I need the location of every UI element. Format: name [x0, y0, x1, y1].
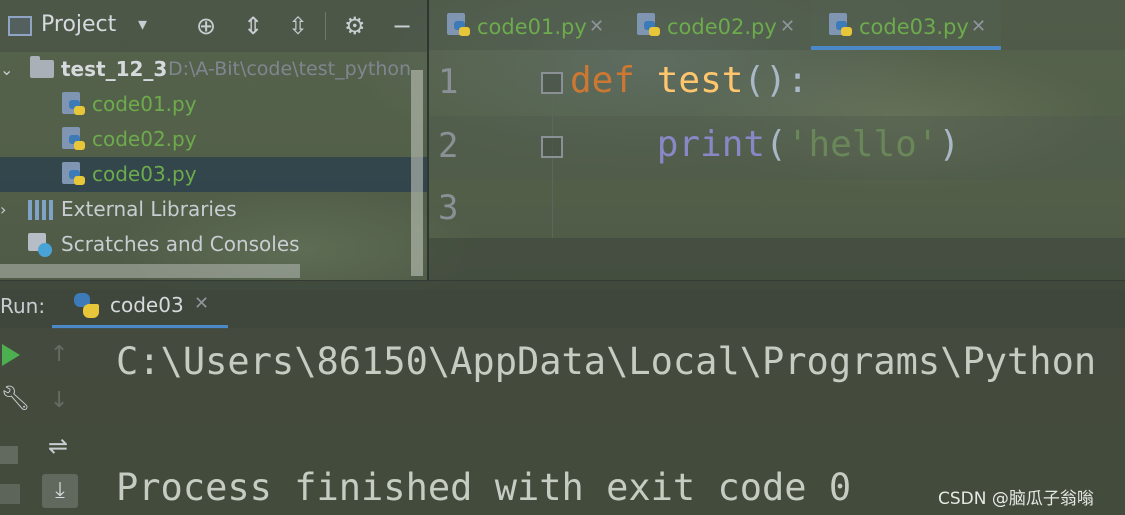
python-file-icon [829, 13, 853, 39]
toolbar-divider [325, 12, 326, 40]
tab-label: code01.py [477, 15, 587, 39]
horizontal-scrollbar[interactable] [0, 264, 300, 278]
chevron-down-icon[interactable]: ▾ [138, 14, 147, 35]
code-keyword: def [570, 60, 636, 101]
code-builtin: print [656, 124, 766, 165]
play-icon[interactable] [2, 344, 20, 366]
tab-label: code03.py [859, 15, 969, 39]
python-file-icon [447, 13, 471, 39]
project-window-icon [8, 16, 32, 36]
tree-item-code03[interactable]: code03.py [0, 157, 427, 192]
line-number: 2 [438, 126, 459, 166]
file-name: code03.py [92, 162, 197, 186]
gear-icon[interactable]: ⚙ [344, 12, 366, 40]
python-file-icon [62, 127, 86, 153]
code-punctuation: ) [938, 124, 961, 165]
tree-item-project-root[interactable]: ⌄ test_12_3 D:\A-Bit\code\test_python [0, 52, 427, 87]
soft-wrap-icon[interactable]: ⇌ [48, 432, 68, 460]
arrow-down-icon[interactable]: ↓ [50, 388, 68, 413]
code-editor[interactable]: 1 2 3 def test(): print('hello') [429, 50, 1125, 238]
python-file-icon [637, 13, 661, 39]
code-punctuation: (): [743, 60, 809, 101]
tree-label: Scratches and Consoles [61, 232, 300, 256]
line-number: 3 [438, 188, 459, 228]
chevron-down-icon[interactable]: ⌄ [0, 52, 13, 87]
tree-label: External Libraries [61, 197, 237, 221]
project-tree: ⌄ test_12_3 D:\A-Bit\code\test_python co… [0, 52, 427, 262]
run-toolbar-right: ↑ ↓ ⇌ ⤓ [36, 328, 86, 515]
python-icon [74, 293, 100, 319]
locate-target-icon[interactable]: ⊕ [196, 12, 216, 40]
wrench-icon[interactable]: 🔧︎ [0, 384, 30, 412]
collapse-all-icon[interactable]: ⇳ [288, 12, 308, 40]
scratches-icon [28, 233, 54, 257]
file-name: code02.py [92, 127, 197, 151]
hide-panel-icon[interactable]: − [392, 12, 412, 40]
fold-icon[interactable] [541, 72, 563, 94]
line-number: 1 [438, 62, 459, 102]
fold-icon[interactable] [541, 136, 563, 158]
code-line-2: print('hello') [570, 124, 960, 165]
chevron-right-icon[interactable]: › [0, 192, 6, 227]
tab-label: code02.py [667, 15, 777, 39]
folder-icon [30, 56, 54, 78]
tree-item-code02[interactable]: code02.py [0, 122, 427, 157]
tab-code02[interactable]: code02.py ✕ [619, 0, 807, 50]
tab-code03[interactable]: code03.py ✕ [811, 0, 1001, 50]
project-root-name: test_12_3 [61, 57, 168, 81]
expand-all-icon[interactable]: ⇕ [243, 12, 263, 40]
library-icon [28, 200, 54, 220]
run-panel-label: Run: [0, 294, 46, 318]
tree-item-external-libraries[interactable]: › External Libraries [0, 192, 427, 227]
run-tab-code03[interactable]: code03 ✕ [52, 281, 228, 329]
run-panel-header: Run: code03 ✕ [0, 280, 1125, 329]
python-file-icon [62, 92, 86, 118]
arrow-up-icon[interactable]: ↑ [50, 342, 68, 367]
code-function-name: test [656, 60, 744, 101]
watermark: CSDN @脑瓜子翁嗡 [938, 489, 1094, 509]
file-name: code01.py [92, 92, 197, 116]
code-string: 'hello' [786, 124, 939, 165]
console-output-line: C:\Users\86150\AppData\Local\Programs\Py… [116, 340, 1097, 383]
editor-tab-bar: code01.py ✕ code02.py ✕ code03.py ✕ [429, 0, 1125, 50]
python-file-icon [62, 162, 86, 188]
stop-icon[interactable] [0, 446, 18, 464]
code-punctuation: ( [765, 124, 787, 165]
project-toolbar: Project ▾ ⊕ ⇕ ⇳ ⚙ − [0, 0, 427, 52]
tree-item-scratches[interactable]: Scratches and Consoles [0, 227, 427, 262]
code-line-1: def test(): [570, 60, 808, 101]
project-root-path: D:\A-Bit\code\test_python [168, 58, 412, 80]
editor-empty-area [429, 238, 1125, 280]
vertical-scrollbar[interactable] [411, 70, 423, 276]
close-icon[interactable]: ✕ [194, 293, 209, 314]
close-icon[interactable]: ✕ [971, 0, 986, 54]
close-icon[interactable]: ✕ [780, 0, 795, 54]
project-title[interactable]: Project [41, 12, 116, 37]
run-tab-label: code03 [110, 293, 184, 317]
tab-code01[interactable]: code01.py ✕ [429, 0, 617, 50]
console-output-line: Process finished with exit code 0 [116, 466, 852, 509]
run-toolbar-left: 🔧︎ [0, 328, 32, 515]
tree-item-code01[interactable]: code01.py [0, 87, 427, 122]
close-icon[interactable]: ✕ [589, 0, 604, 54]
scroll-to-end-icon[interactable]: ⤓ [42, 474, 78, 508]
layout-icon[interactable] [0, 484, 20, 504]
